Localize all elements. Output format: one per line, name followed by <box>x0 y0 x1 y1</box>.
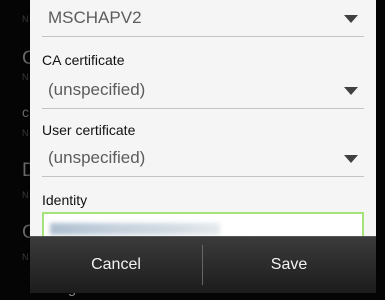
dropdown-caret-icon <box>344 15 358 23</box>
ca-certificate-label: CA certificate <box>42 52 125 68</box>
background-list-small-text: N <box>22 252 29 262</box>
cancel-button[interactable]: Cancel <box>30 237 202 293</box>
ca-certificate-value: (unspecified) <box>48 80 146 99</box>
identity-label: Identity <box>42 192 88 208</box>
ca-certificate-spinner[interactable]: (unspecified) <box>42 74 364 109</box>
dialog-button-bar: Cancel Save <box>30 236 376 293</box>
eap-method-spinner[interactable]: MSCHAPV2 <box>42 2 364 37</box>
background-list-letter: c <box>22 104 29 120</box>
user-certificate-label: User certificate <box>42 122 136 138</box>
eap-method-value: MSCHAPV2 <box>48 8 142 27</box>
background-list-small-text: N <box>22 128 29 138</box>
background-list-small-text: N <box>22 190 29 200</box>
background-list-small-text: N <box>22 14 29 24</box>
dropdown-caret-icon <box>344 155 358 163</box>
dropdown-caret-icon <box>344 87 358 95</box>
user-certificate-value: (unspecified) <box>48 148 146 167</box>
save-button[interactable]: Save <box>203 237 375 293</box>
identity-input-redacted-text <box>50 223 220 235</box>
user-certificate-spinner[interactable]: (unspecified) <box>42 142 364 177</box>
background-list-small-text: N <box>22 72 29 82</box>
